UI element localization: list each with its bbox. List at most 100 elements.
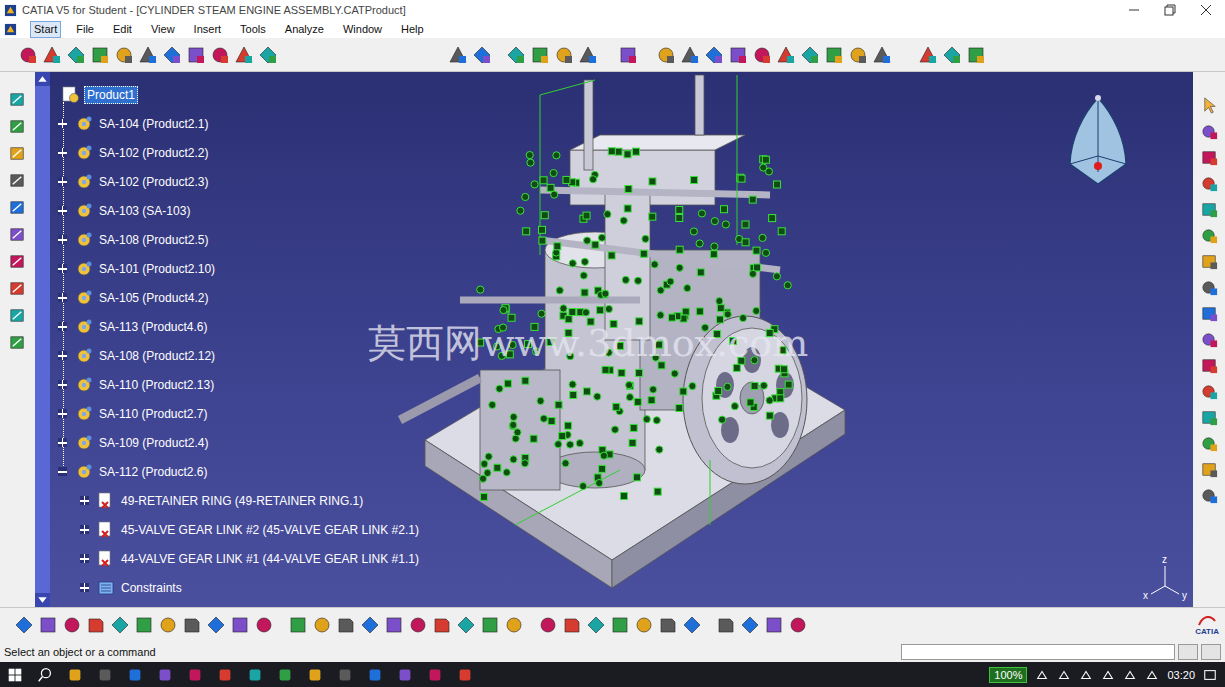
menu-item[interactable]: Help <box>397 21 428 38</box>
tree-item[interactable]: SA-105 (Product4.2) <box>50 283 421 312</box>
tool-icon[interactable] <box>134 615 154 635</box>
expander-icon[interactable] <box>58 235 67 244</box>
tool-icon[interactable] <box>1200 382 1219 401</box>
tool-icon[interactable] <box>8 333 27 352</box>
tool-icon[interactable] <box>8 252 27 271</box>
tool-icon[interactable] <box>658 615 678 635</box>
tree-item[interactable]: 45-VALVE GEAR LINK #2 (45-VALVE GEAR LIN… <box>50 515 421 544</box>
tool-icon[interactable] <box>8 117 27 136</box>
tool-icon[interactable] <box>942 45 962 65</box>
tool-icon[interactable] <box>530 45 550 65</box>
taskbar-app-icon[interactable] <box>156 666 174 684</box>
tree-root[interactable]: Product1 <box>50 80 421 109</box>
tree-item[interactable]: SA-110 (Product2.7) <box>50 399 421 428</box>
expander-icon[interactable] <box>80 554 89 563</box>
tool-icon[interactable] <box>186 45 206 65</box>
taskbar-app-icon[interactable] <box>96 666 114 684</box>
taskbar-app-icon[interactable] <box>66 666 84 684</box>
tool-icon[interactable] <box>448 45 468 65</box>
tool-icon[interactable] <box>728 45 748 65</box>
zoom-indicator[interactable]: 100% <box>989 667 1027 683</box>
tool-icon[interactable] <box>234 45 254 65</box>
tool-icon[interactable] <box>8 144 27 163</box>
taskbar-app-icon[interactable] <box>336 666 354 684</box>
tool-icon[interactable] <box>1200 252 1219 271</box>
tool-icon[interactable] <box>62 615 82 635</box>
tool-icon[interactable] <box>312 615 332 635</box>
expander-icon[interactable] <box>58 438 67 447</box>
expander-icon[interactable] <box>80 583 89 592</box>
menu-item[interactable]: View <box>147 21 179 38</box>
tree-item[interactable]: SA-109 (Product2.4) <box>50 428 421 457</box>
tree-scrollbar[interactable] <box>35 72 50 607</box>
tool-icon[interactable] <box>1200 174 1219 193</box>
command-button[interactable] <box>1178 644 1198 660</box>
tree-item-label[interactable]: 49-RETAINER RING (49-RETAINER RING.1) <box>119 493 365 509</box>
tool-icon[interactable] <box>788 615 808 635</box>
tree-item[interactable]: SA-112 (Product2.6) <box>50 457 421 486</box>
menu-item[interactable]: Start <box>30 21 61 38</box>
tool-icon[interactable] <box>618 45 638 65</box>
tool-icon[interactable] <box>90 45 110 65</box>
tree-item[interactable]: SA-108 (Product2.12) <box>50 341 421 370</box>
tool-icon[interactable] <box>1200 486 1219 505</box>
tool-icon[interactable] <box>716 615 736 635</box>
menu-item[interactable]: Insert <box>190 21 226 38</box>
tree-item-label[interactable]: SA-110 (Product2.13) <box>97 377 216 393</box>
tool-icon[interactable] <box>682 615 702 635</box>
expander-icon[interactable] <box>80 525 89 534</box>
expander-icon[interactable] <box>58 177 67 186</box>
tool-icon[interactable] <box>38 615 58 635</box>
tool-icon[interactable] <box>918 45 938 65</box>
tool-icon[interactable] <box>578 45 598 65</box>
tray-icon[interactable] <box>1145 668 1159 682</box>
tool-icon[interactable] <box>8 279 27 298</box>
taskbar-app-icon[interactable] <box>306 666 324 684</box>
tree-item[interactable]: SA-101 (Product2.10) <box>50 254 421 283</box>
tree-item[interactable]: SA-102 (Product2.3) <box>50 167 421 196</box>
tray-icon[interactable] <box>1057 668 1071 682</box>
tray-icon[interactable] <box>1079 668 1093 682</box>
tree-item-label[interactable]: Constraints <box>119 580 184 596</box>
tool-icon[interactable] <box>8 171 27 190</box>
tool-icon[interactable] <box>206 615 226 635</box>
tool-icon[interactable] <box>408 615 428 635</box>
taskbar-app-icon[interactable] <box>426 666 444 684</box>
notification-icon[interactable] <box>1203 668 1217 682</box>
tool-icon[interactable] <box>158 615 178 635</box>
tool-icon[interactable] <box>586 615 606 635</box>
tool-icon[interactable] <box>1200 304 1219 323</box>
tree-root-label[interactable]: Product1 <box>84 86 138 104</box>
tool-icon[interactable] <box>14 615 34 635</box>
tool-icon[interactable] <box>704 45 724 65</box>
tool-icon[interactable] <box>1200 434 1219 453</box>
minimize-icon[interactable] <box>1119 1 1149 19</box>
clock[interactable]: 03:20 <box>1167 669 1195 681</box>
menu-item[interactable]: Tools <box>236 21 270 38</box>
tool-icon[interactable] <box>506 45 526 65</box>
expander-icon[interactable] <box>58 351 67 360</box>
tool-icon[interactable] <box>480 615 500 635</box>
scroll-up-icon[interactable] <box>35 72 50 86</box>
expander-icon[interactable] <box>58 148 67 157</box>
tool-icon[interactable] <box>776 45 796 65</box>
tree-item[interactable]: Constraints <box>50 573 421 602</box>
tray-icon[interactable] <box>1101 668 1115 682</box>
tree-item[interactable]: SA-102 (Product2.2) <box>50 138 421 167</box>
tool-icon[interactable] <box>456 615 476 635</box>
tree-item-label[interactable]: 45-VALVE GEAR LINK #2 (45-VALVE GEAR LIN… <box>119 522 421 538</box>
tree-item-label[interactable]: SA-113 (Product4.6) <box>97 319 210 335</box>
taskbar-app-icon[interactable] <box>216 666 234 684</box>
tool-icon[interactable] <box>42 45 62 65</box>
tool-icon[interactable] <box>966 45 986 65</box>
taskbar-app-icon[interactable] <box>396 666 414 684</box>
taskbar-app-icon[interactable] <box>366 666 384 684</box>
tool-icon[interactable] <box>740 615 760 635</box>
tool-icon[interactable] <box>162 45 182 65</box>
tool-icon[interactable] <box>8 90 27 109</box>
tool-icon[interactable] <box>86 615 106 635</box>
tree-item[interactable]: 44-VALVE GEAR LINK #1 (44-VALVE GEAR LIN… <box>50 544 421 573</box>
tool-icon[interactable] <box>634 615 654 635</box>
tool-icon[interactable] <box>66 45 86 65</box>
tool-icon[interactable] <box>336 615 356 635</box>
